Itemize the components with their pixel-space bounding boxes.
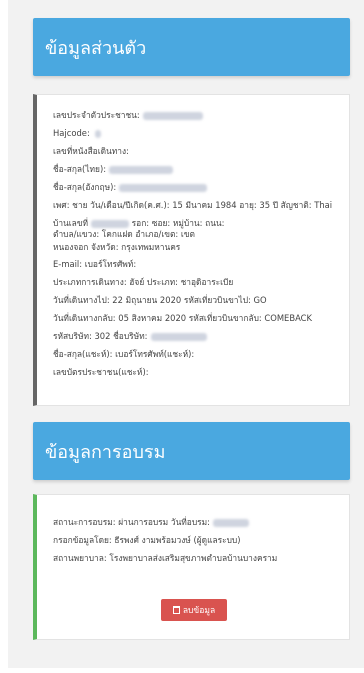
- province-row: หนองจอก จังหวัด: กรุงเทพมหานคร: [53, 242, 180, 253]
- sheikh-name-row: ชื่อ-สกุล(แชะห์): เบอร์โทรศัพท์(แชะห์):: [53, 349, 194, 360]
- hospital-text: สถานพยาบาล: โรงพยาบาลส่งเสริมสุขภาพตำบลบ…: [53, 553, 278, 563]
- contact-text: E-mail: เบอร์โทรศัพท์:: [53, 259, 137, 269]
- redacted-value: [109, 165, 174, 174]
- departure-row: วันที่เดินทางไป: 22 มิถุนายน 2020 รหัสเท…: [53, 295, 267, 306]
- training-info-card: สถานะการอบรม: ผ่านการอบรม วันที่อบรม: กร…: [33, 494, 350, 640]
- personal-info-card: เลขประจำตัวประชาชน: Hajcode: เลขที่หนังส…: [33, 94, 350, 406]
- address-text: รอก: ซอย: หมู่บ้าน: ถนน:: [131, 218, 225, 228]
- return-text: วันที่เดินทางกลับ: 05 สิงหาคม 2020 รหัสเ…: [53, 313, 313, 323]
- name-english-row: ชื่อ-สกุล(อังกฤษ):: [53, 182, 208, 193]
- passport-row: เลขที่หนังสือเดินทาง:: [53, 146, 129, 157]
- training-status-row: สถานะการอบรม: ผ่านการอบรม วันที่อบรม:: [53, 517, 249, 528]
- sheikh-id-row: เลขบัตรประชาชน(แชะห์):: [53, 367, 149, 378]
- contact-row: E-mail: เบอร์โทรศัพท์:: [53, 259, 136, 270]
- training-info-header: ข้อมูลการอบรม: [33, 422, 350, 480]
- personal-info-title: ข้อมูลส่วนตัว: [45, 37, 147, 59]
- return-row: วันที่เดินทางกลับ: 05 สิงหาคม 2020 รหัสเ…: [53, 313, 312, 324]
- redacted-value: [213, 518, 249, 527]
- address-row: บ้านเลขที่ รอก: ซอย: หมู่บ้าน: ถนน:: [53, 218, 224, 229]
- id-card-row: เลขประจำตัวประชาชน:: [53, 110, 203, 121]
- sheikh-name-text: ชื่อ-สกุล(แชะห์): เบอร์โทรศัพท์(แชะห์):: [53, 349, 195, 359]
- district-row: ตำบล/แขวง: โคกแฝด อำเภอ/เขต: เขต: [53, 229, 195, 240]
- hajcode-row: Hajcode:: [53, 128, 102, 139]
- travel-type-text: ประเภทการเดินทาง: ฮัจย์ ประเภท: ชาอุดิอา…: [53, 277, 234, 287]
- province-text: หนองจอก จังหวัด: กรุงเทพมหานคร: [53, 242, 181, 252]
- demographics-text: เพศ: ชาย วัน/เดือน/ปีเกิด(ค.ศ.): 15 มีนา…: [53, 200, 333, 210]
- sheikh-id-text: เลขบัตรประชาชน(แชะห์):: [53, 367, 149, 377]
- district-text: ตำบล/แขวง: โคกแฝด อำเภอ/เขต: เขต: [53, 229, 195, 239]
- redacted-value: [119, 183, 208, 192]
- name-english-label: ชื่อ-สกุล(อังกฤษ):: [53, 182, 117, 192]
- company-row: รหัสบริษัท: 302 ชื่อบริษัท:: [53, 331, 207, 342]
- training-status-text: สถานะการอบรม: ผ่านการอบรม วันที่อบรม:: [53, 517, 210, 527]
- address-label: บ้านเลขที่: [53, 218, 88, 228]
- redacted-value: [95, 129, 102, 138]
- hospital-row: สถานพยาบาล: โรงพยาบาลส่งเสริมสุขภาพตำบลบ…: [53, 553, 277, 564]
- delete-button[interactable]: ลบข้อมูล: [161, 599, 227, 621]
- departure-text: วันที่เดินทางไป: 22 มิถุนายน 2020 รหัสเท…: [53, 295, 267, 305]
- entered-by-row: กรอกข้อมูลโดย: ธีรพงศ์ งามพร้อมวงษ์ (ผู้…: [53, 535, 241, 546]
- name-thai-row: ชื่อ-สกุล(ไทย):: [53, 164, 174, 175]
- trash-icon: [172, 606, 180, 614]
- passport-label: เลขที่หนังสือเดินทาง:: [53, 146, 129, 156]
- redacted-value: [91, 219, 129, 228]
- redacted-value: [150, 332, 207, 341]
- travel-type-row: ประเภทการเดินทาง: ฮัจย์ ประเภท: ชาอุดิอา…: [53, 277, 233, 288]
- id-card-label: เลขประจำตัวประชาชน:: [53, 110, 140, 120]
- hajcode-label: Hajcode:: [53, 128, 93, 138]
- training-info-title: ข้อมูลการอบรม: [45, 441, 166, 463]
- entered-by-text: กรอกข้อมูลโดย: ธีรพงศ์ งามพร้อมวงษ์ (ผู้…: [53, 535, 241, 545]
- delete-button-label: ลบข้อมูล: [182, 606, 216, 616]
- personal-info-header: ข้อมูลส่วนตัว: [33, 18, 350, 76]
- name-thai-label: ชื่อ-สกุล(ไทย):: [53, 164, 107, 174]
- redacted-value: [142, 111, 203, 120]
- demographics-row: เพศ: ชาย วัน/เดือน/ปีเกิด(ค.ศ.): 15 มีนา…: [53, 200, 332, 211]
- company-text: รหัสบริษัท: 302 ชื่อบริษัท:: [53, 331, 148, 341]
